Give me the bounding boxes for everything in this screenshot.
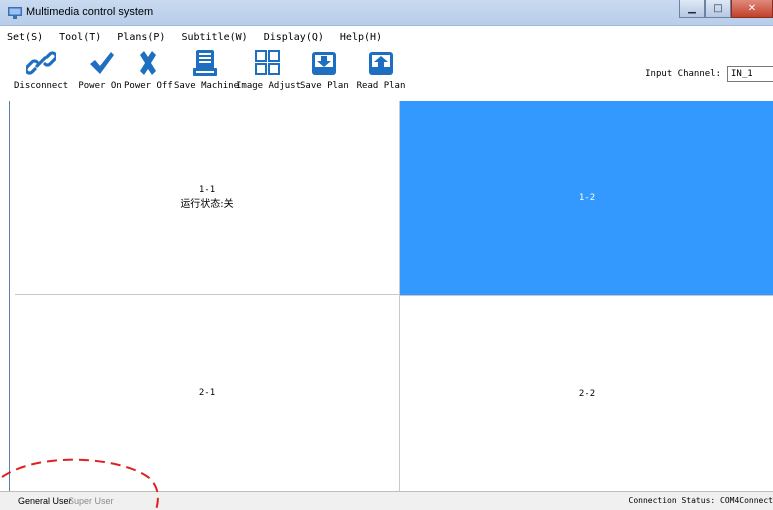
disconnect-label: Disconnect	[14, 81, 69, 91]
cell-status: 运行状态:关	[180, 199, 234, 210]
grid-cell-2-1[interactable]: 2-1	[15, 295, 400, 491]
menu-help[interactable]: Help(H)	[340, 32, 382, 43]
image-adjust-button[interactable]: Image Adjust	[236, 49, 302, 95]
window-controls: ▁ □ ✕	[679, 0, 773, 20]
grid-cell-1-1[interactable]: 1-1 运行状态:关	[15, 101, 400, 295]
menu-display[interactable]: Display(Q)	[264, 32, 324, 43]
window-title: Multimedia control system	[26, 6, 154, 18]
input-channel-label: Input Channel:	[645, 69, 721, 79]
power-on-label: Power On	[78, 81, 122, 91]
download-box-icon	[312, 52, 336, 75]
menu-tool[interactable]: Tool(T)	[59, 32, 101, 43]
cell-id: 1-2	[578, 193, 596, 203]
user-super: Super User	[68, 496, 114, 506]
toolbar: Disconnect Power On Power Off Save Machi…	[0, 47, 773, 99]
read-plan-label: Read Plan	[356, 81, 406, 91]
cell-id: 1-1	[198, 185, 216, 195]
grid-cell-2-2[interactable]: 2-2	[400, 295, 773, 491]
main-window: Multimedia control system ▁ □ ✕ Set(S) T…	[0, 0, 773, 510]
menu-subtitle[interactable]: Subtitle(W)	[181, 32, 247, 43]
grid-cell-1-2[interactable]: 1-2	[400, 101, 773, 295]
input-channel-field[interactable]	[727, 66, 773, 82]
input-channel-group: Input Channel:	[645, 65, 773, 83]
link-icon	[26, 51, 56, 75]
status-bar: General User Super User Connection Statu…	[0, 491, 773, 510]
connection-status: Connection Status: COM4Connect	[628, 496, 773, 505]
user-general: General User	[18, 496, 72, 506]
cell-id: 2-1	[198, 388, 216, 398]
app-icon	[8, 7, 22, 19]
save-plan-label: Save Plan	[300, 81, 349, 91]
read-plan-button[interactable]: Read Plan	[356, 49, 406, 95]
power-off-button[interactable]: Power Off	[124, 49, 173, 95]
maximize-button[interactable]: □	[705, 0, 731, 18]
cell-id: 2-2	[578, 388, 596, 399]
minimize-button[interactable]: ▁	[679, 0, 705, 18]
upload-box-icon	[369, 52, 393, 75]
power-off-label: Power Off	[124, 81, 173, 91]
save-machine-icon	[193, 50, 217, 76]
menu-bar: Set(S) Tool(T) Plans(P) Subtitle(W) Disp…	[0, 27, 773, 47]
screen-grid: 1-1 运行状态:关 1-2 2-1 2-2	[9, 101, 773, 491]
menu-plans[interactable]: Plans(P)	[117, 32, 165, 43]
power-on-button[interactable]: Power On	[78, 49, 122, 95]
save-plan-button[interactable]: Save Plan	[300, 49, 349, 95]
close-button[interactable]: ✕	[731, 0, 773, 18]
checkmark-icon	[90, 52, 114, 74]
image-adjust-label: Image Adjust	[236, 81, 302, 91]
x-icon	[140, 51, 156, 75]
save-machine-button[interactable]: Save Machine	[174, 49, 240, 95]
menu-set[interactable]: Set(S)	[7, 32, 43, 43]
save-machine-label: Save Machine	[174, 81, 240, 91]
disconnect-button[interactable]: Disconnect	[14, 49, 68, 95]
grid-icon	[255, 50, 280, 75]
title-bar: Multimedia control system ▁ □ ✕	[0, 0, 773, 26]
